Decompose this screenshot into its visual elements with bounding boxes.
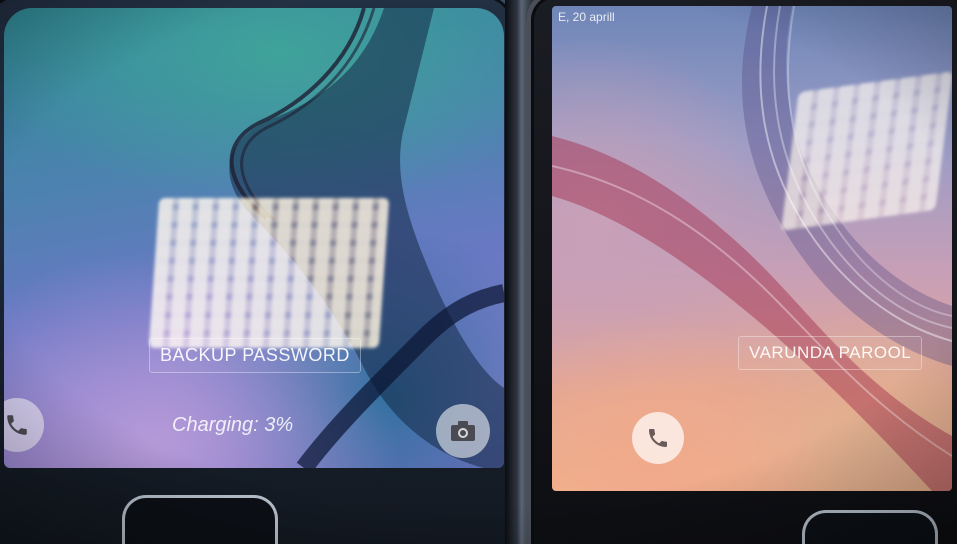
light-reflection	[781, 71, 952, 231]
lock-date: E, 20 aprill	[558, 10, 615, 24]
home-button[interactable]	[802, 510, 938, 544]
backup-password-button[interactable]: BACKUP PASSWORD	[149, 338, 361, 373]
camera-shortcut-button[interactable]	[436, 404, 490, 458]
phone-shortcut-button[interactable]	[632, 412, 684, 464]
photo-scene: BACKUP PASSWORD Charging: 3% E, 20 april…	[0, 0, 957, 544]
home-button[interactable]	[122, 495, 278, 544]
phone-icon	[7, 415, 27, 435]
phone-icon	[649, 429, 667, 447]
charging-status: Charging: 3%	[172, 414, 294, 436]
light-reflection	[148, 198, 390, 348]
camera-icon	[451, 421, 475, 441]
right-lock-screen: E, 20 aprill VARUNDA PAROOL	[552, 6, 952, 491]
left-phone: BACKUP PASSWORD Charging: 3%	[0, 0, 520, 544]
left-lock-screen: BACKUP PASSWORD Charging: 3%	[4, 8, 504, 468]
right-phone: E, 20 aprill VARUNDA PAROOL	[526, 0, 957, 544]
backup-password-button[interactable]: VARUNDA PAROOL	[738, 336, 923, 370]
